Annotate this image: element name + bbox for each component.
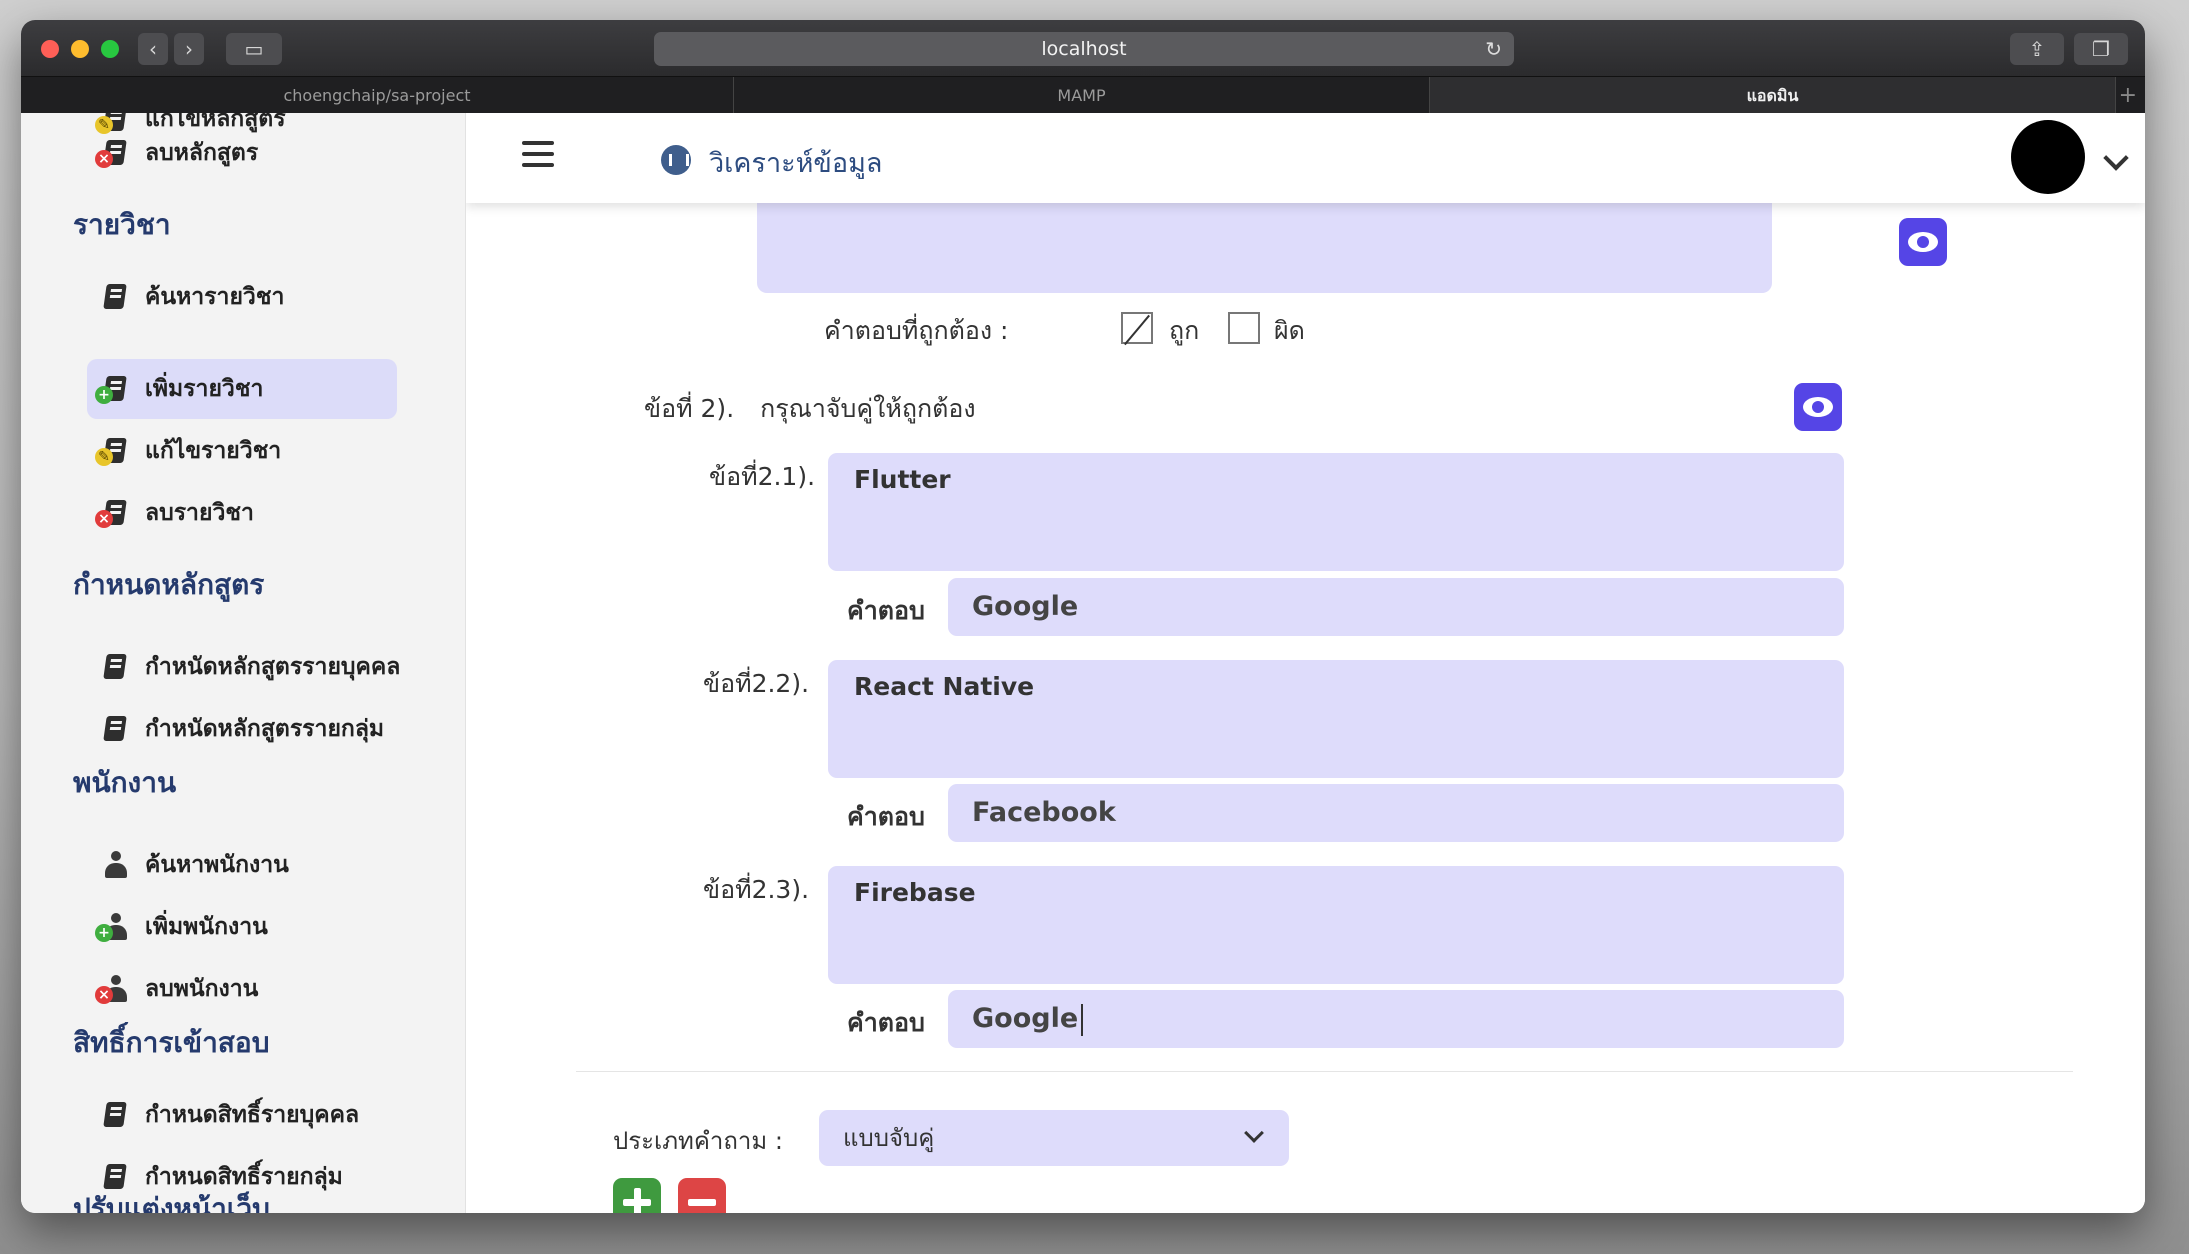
sidebar-item-label: ลบรายวิชา — [145, 500, 254, 526]
answer-field[interactable]: Google — [948, 578, 1844, 636]
eye-icon[interactable] — [1794, 383, 1842, 431]
sidebar-heading-employees: พนักงาน — [73, 766, 177, 799]
sidebar-heading-permissions: สิทธิ์การเข้าสอบ — [73, 1026, 270, 1059]
new-tab-icon[interactable]: + — [2119, 77, 2137, 114]
sidebar-heading-customize: ปรับแต่งหน้าเว็บ — [73, 1192, 270, 1213]
question-type-label: ประเภทคำถาม : — [613, 1127, 783, 1155]
chevron-down-icon[interactable] — [2103, 145, 2129, 171]
answer-value: Google — [972, 1003, 1079, 1034]
sidebar-item-delete-course[interactable]: × ลบหลักสูตร — [87, 123, 397, 183]
question-text: กรุณาจับคู่ให้ถูกต้อง — [760, 394, 976, 423]
page-title: วิเคราะห์ข้อมูล — [709, 148, 883, 179]
sidebar-toggle-icon[interactable]: ▭ — [226, 33, 282, 65]
sidebar-item-label: เพิ่มพนักงาน — [145, 914, 268, 940]
back-icon[interactable]: ‹ — [138, 33, 168, 65]
chevron-down-icon — [1244, 1123, 1264, 1143]
answer-field[interactable]: Facebook — [948, 784, 1844, 842]
sub-question-text-field[interactable]: Firebase — [828, 866, 1844, 984]
answer-label: คำตอบ — [847, 802, 925, 831]
sidebar-heading-subjects: รายวิชา — [73, 208, 171, 241]
question-number: ข้อที่ 2). — [644, 394, 735, 423]
sidebar-heading-curriculum: กำหนดหลักสูตร — [73, 568, 265, 601]
sidebar-item-label: กำหนัดหลักสูตรรายกลุ่ม — [145, 716, 385, 742]
sidebar-item-edit-subject[interactable]: ✎ แก้ไขรายวิชา — [87, 421, 397, 481]
sidebar-item-label: ลบหลักสูตร — [145, 140, 259, 166]
avatar[interactable] — [2011, 120, 2085, 194]
sidebar-item-add-employee[interactable]: + เพิ่มพนักงาน — [87, 897, 397, 957]
sidebar-item-curriculum-individual[interactable]: กำหนัดหลักสูตรรายบุคคล — [87, 637, 447, 697]
book-icon: × — [95, 138, 133, 168]
false-checkbox[interactable] — [1228, 312, 1260, 344]
correct-answer-label: คำตอบที่ถูกต้อง : — [824, 316, 1009, 345]
tab-bar: choengchaip/sa-project MAMP แอดมิน + — [21, 76, 2145, 114]
sidebar-item-curriculum-group[interactable]: กำหนัดหลักสูตรรายกลุ่ม — [87, 699, 447, 759]
false-label: ผิด — [1274, 316, 1305, 345]
sidebar-item-search-subject[interactable]: ค้นหารายวิชา — [87, 267, 397, 327]
sub-question-text-field[interactable]: Flutter — [828, 453, 1844, 571]
tab-mamp[interactable]: MAMP — [734, 77, 1430, 114]
sidebar-item-label: กำหนดสิทธิ์รายบุคคล — [145, 1102, 360, 1128]
sidebar-item-search-employee[interactable]: ค้นหาพนักงาน — [87, 835, 397, 895]
address-bar[interactable]: localhost ↻ — [654, 32, 1514, 66]
tab-github[interactable]: choengchaip/sa-project — [21, 77, 734, 114]
tab-admin[interactable]: แอดมิน — [1430, 77, 2116, 114]
answer-label: คำตอบ — [847, 1008, 925, 1037]
top-header: วิเคราะห์ข้อมูล — [466, 113, 2145, 203]
question-title: ข้อที่ 2). กรุณาจับคู่ให้ถูกต้อง — [644, 389, 976, 429]
sidebar-item-label: กำหนัดหลักสูตรรายบุคคล — [145, 654, 401, 680]
person-icon: × — [95, 974, 133, 1004]
browser-window: ‹ › ▭ localhost ↻ ⇪ ❐ choengchaip/sa-pro… — [21, 20, 2145, 1213]
sub-question-label: ข้อที่2.2). — [703, 669, 810, 698]
book-icon — [99, 714, 133, 744]
add-question-button[interactable] — [613, 1178, 661, 1213]
true-label: ถูก — [1169, 316, 1200, 345]
close-window-button[interactable] — [41, 40, 59, 58]
text-caret — [1081, 1003, 1084, 1036]
section-divider — [576, 1071, 2073, 1072]
sidebar-item-label: ค้นหาพนักงาน — [145, 852, 289, 878]
minimize-window-button[interactable] — [71, 40, 89, 58]
tabs-overview-icon[interactable]: ❐ — [2074, 33, 2128, 65]
sidebar-item-label: เพิ่มรายวิชา — [145, 376, 264, 402]
analytics-icon — [661, 145, 691, 175]
question-type-value: แบบจับคู่ — [843, 1124, 935, 1152]
sidebar-item-label: แก้ไขรายวิชา — [145, 438, 282, 464]
sub-question-text-field[interactable]: React Native — [828, 660, 1844, 778]
sidebar-item-permission-individual[interactable]: กำหนดสิทธิ์รายบุคคล — [87, 1085, 397, 1145]
zoom-window-button[interactable] — [101, 40, 119, 58]
sidebar: ✎ แก้ไขหลักสูตร × ลบหลักสูตร รายวิชา ค้น… — [21, 113, 467, 1213]
person-icon — [99, 850, 133, 880]
eye-icon[interactable] — [1899, 218, 1947, 266]
forward-icon[interactable]: › — [174, 33, 204, 65]
sidebar-item-add-subject[interactable]: + เพิ่มรายวิชา — [87, 359, 397, 419]
sidebar-item-delete-employee[interactable]: × ลบพนักงาน — [87, 959, 397, 1019]
book-icon — [99, 1100, 133, 1130]
sub-question-label: ข้อที่2.1). — [709, 462, 816, 491]
sidebar-item-delete-subject[interactable]: × ลบรายวิชา — [87, 483, 397, 543]
main-content: วิเคราะห์ข้อมูล คำตอบที่ถูกต้อง : ถูก ผิ… — [466, 113, 2145, 1213]
answer-field-active[interactable]: Google — [948, 990, 1844, 1048]
sub-question-label: ข้อที่2.3). — [703, 875, 810, 904]
sidebar-item-label: ค้นหารายวิชา — [145, 284, 285, 310]
reload-icon[interactable]: ↻ — [1485, 32, 1502, 66]
share-icon[interactable]: ⇪ — [2010, 33, 2064, 65]
url-text: localhost — [1041, 38, 1127, 60]
book-icon: ✎ — [95, 436, 133, 466]
true-checkbox[interactable] — [1121, 312, 1153, 344]
answer-label: คำตอบ — [847, 596, 925, 625]
browser-titlebar: ‹ › ▭ localhost ↻ ⇪ ❐ — [21, 20, 2145, 76]
question-type-select[interactable]: แบบจับคู่ — [819, 1110, 1289, 1166]
book-icon — [99, 652, 133, 682]
book-icon: + — [95, 374, 133, 404]
person-icon: + — [95, 912, 133, 942]
book-icon: × — [95, 498, 133, 528]
menu-icon[interactable] — [522, 141, 554, 167]
book-icon — [99, 282, 133, 312]
sidebar-item-label: ลบพนักงาน — [145, 976, 259, 1002]
remove-question-button[interactable] — [678, 1178, 726, 1213]
